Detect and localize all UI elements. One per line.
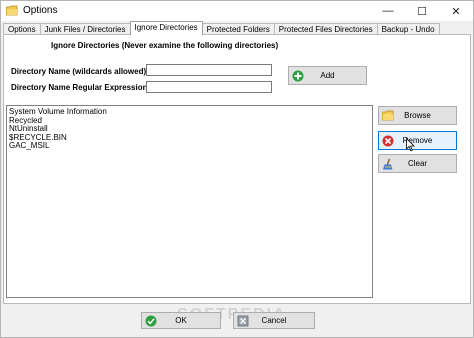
options-window: Options — ☐ ✕ Options Junk Files / Direc… [0,0,474,338]
mouse-cursor-icon [406,138,415,152]
clear-button[interactable]: Clear [378,154,457,173]
directory-name-input[interactable] [146,64,272,76]
directory-name-label: Directory Name (wildcards allowed) : [11,67,152,76]
title-bar: Options — ☐ ✕ [1,1,473,21]
maximize-button[interactable]: ☐ [405,1,439,21]
add-button[interactable]: Add [288,66,367,85]
remove-button[interactable]: Remove [378,131,457,150]
list-item[interactable]: System Volume Information [9,107,370,117]
folder-icon [5,5,18,16]
tab-ignore-directories[interactable]: Ignore Directories [129,21,203,35]
cancel-button[interactable]: Cancel [233,312,315,329]
list-item[interactable]: GAC_MSIL [9,141,370,151]
minimize-button[interactable]: — [371,1,405,21]
cancel-icon [237,315,249,327]
x-circle-icon [382,135,394,147]
regex-input[interactable] [146,81,272,93]
ok-button[interactable]: OK [141,312,221,329]
list-item[interactable]: $RECYCLE.BIN [9,133,370,143]
regex-label: Directory Name Regular Expression : [11,83,153,92]
check-icon [145,315,157,327]
ignored-directories-list[interactable]: System Volume Information Recycled NtUni… [6,105,373,298]
close-button[interactable]: ✕ [439,1,473,21]
folder-icon [382,110,394,122]
window-title: Options [23,5,58,16]
browse-button[interactable]: Browse [378,106,457,125]
plus-circle-icon [292,70,304,82]
section-heading: Ignore Directories (Never examine the fo… [51,41,279,50]
broom-icon [382,158,394,170]
list-item[interactable]: Recycled [9,116,370,126]
